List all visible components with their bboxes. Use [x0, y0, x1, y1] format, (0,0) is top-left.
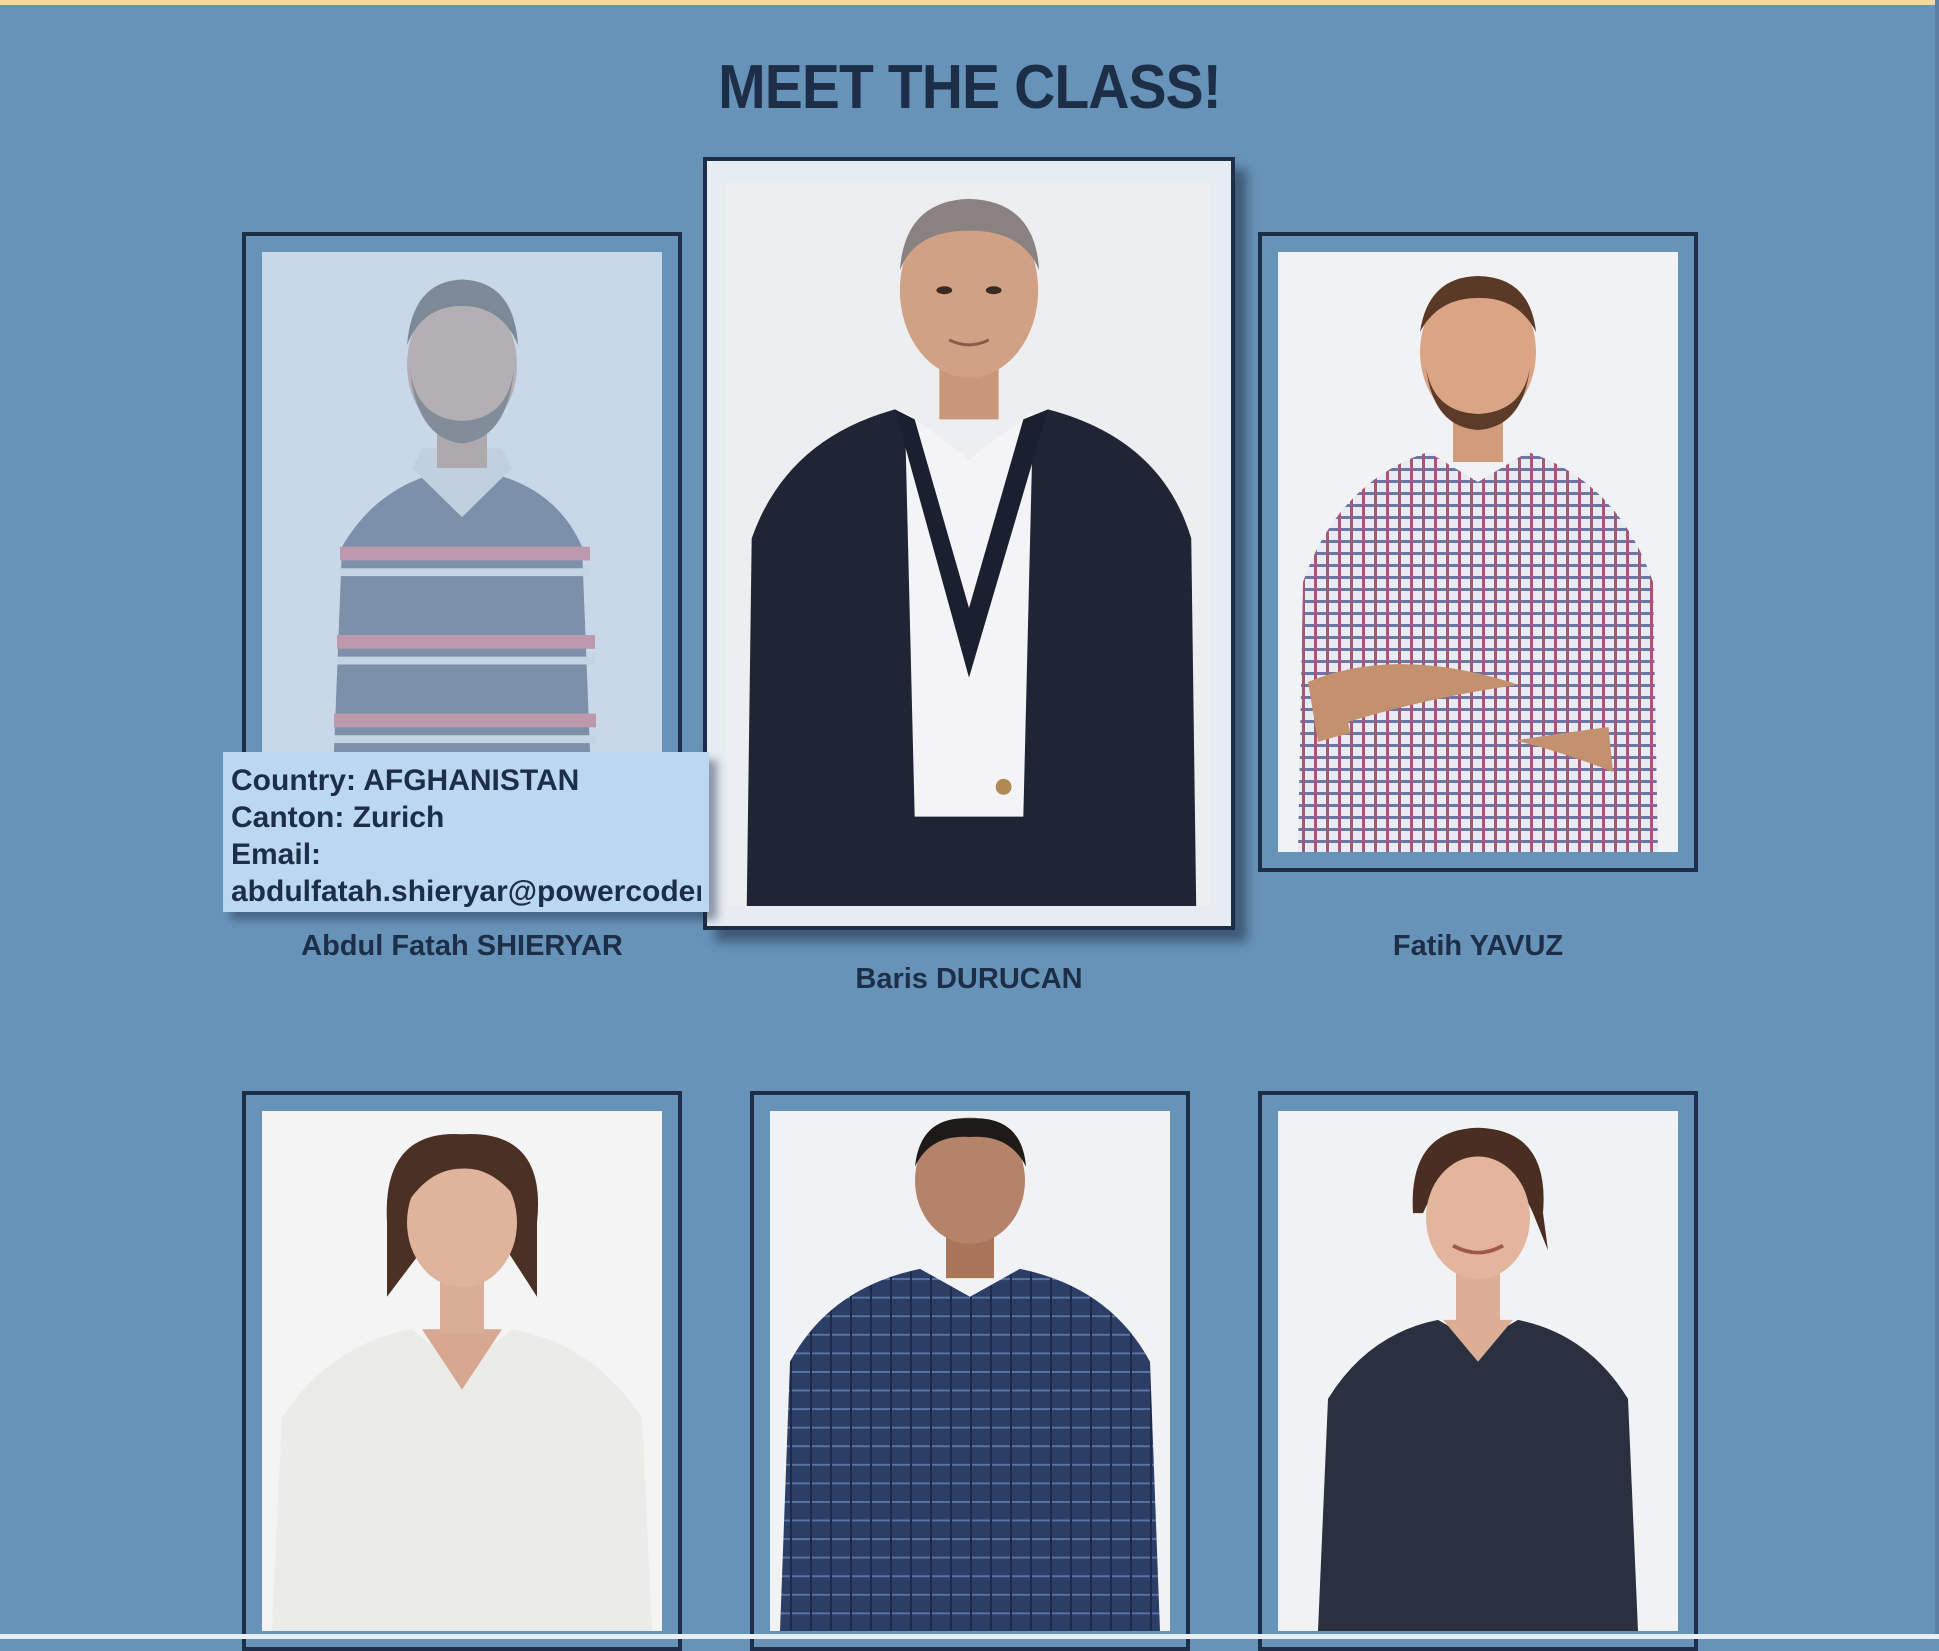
- student-info-tooltip: Country: AFGHANISTAN Canton: Zurich Emai…: [223, 752, 709, 912]
- student-name: Abdul Fatah SHIERYAR: [301, 930, 623, 962]
- tooltip-country: Country: AFGHANISTAN: [231, 764, 580, 797]
- window-bottom-edge: [0, 1634, 1939, 1639]
- student-photo: [1278, 1111, 1678, 1631]
- student-photo: [1278, 252, 1678, 852]
- student-photo: [262, 252, 662, 802]
- window-right-edge: [1935, 0, 1939, 1639]
- top-accent-strip: [0, 0, 1939, 5]
- student-photo: [770, 1111, 1170, 1631]
- page-title: MEET THE CLASS!: [718, 53, 1222, 122]
- hover-dim-overlay: [262, 252, 662, 802]
- portrait-image: [727, 181, 1211, 906]
- tooltip-canton: Canton: Zurich: [231, 801, 445, 834]
- student-card-4[interactable]: [242, 1091, 682, 1651]
- student-card-fatih[interactable]: [1258, 232, 1698, 872]
- tooltip-email-label: Email:: [231, 838, 322, 871]
- portrait-image: [1278, 252, 1678, 852]
- tooltip-email-link[interactable]: abdulfatah.shieryar@powercoders.org: [231, 873, 701, 910]
- portrait-image: [770, 1111, 1170, 1631]
- student-card-6[interactable]: [1258, 1091, 1698, 1651]
- student-card-abdul-fatah[interactable]: [242, 232, 682, 822]
- student-name: Fatih YAVUZ: [1392, 930, 1564, 962]
- portrait-image: [262, 1111, 662, 1631]
- student-card-5[interactable]: [750, 1091, 1190, 1651]
- student-photo: [262, 1111, 662, 1631]
- portrait-image: [1278, 1111, 1678, 1631]
- student-photo: [727, 181, 1211, 906]
- student-name: Baris DURUCAN: [855, 963, 1083, 995]
- student-card-baris[interactable]: [703, 157, 1235, 930]
